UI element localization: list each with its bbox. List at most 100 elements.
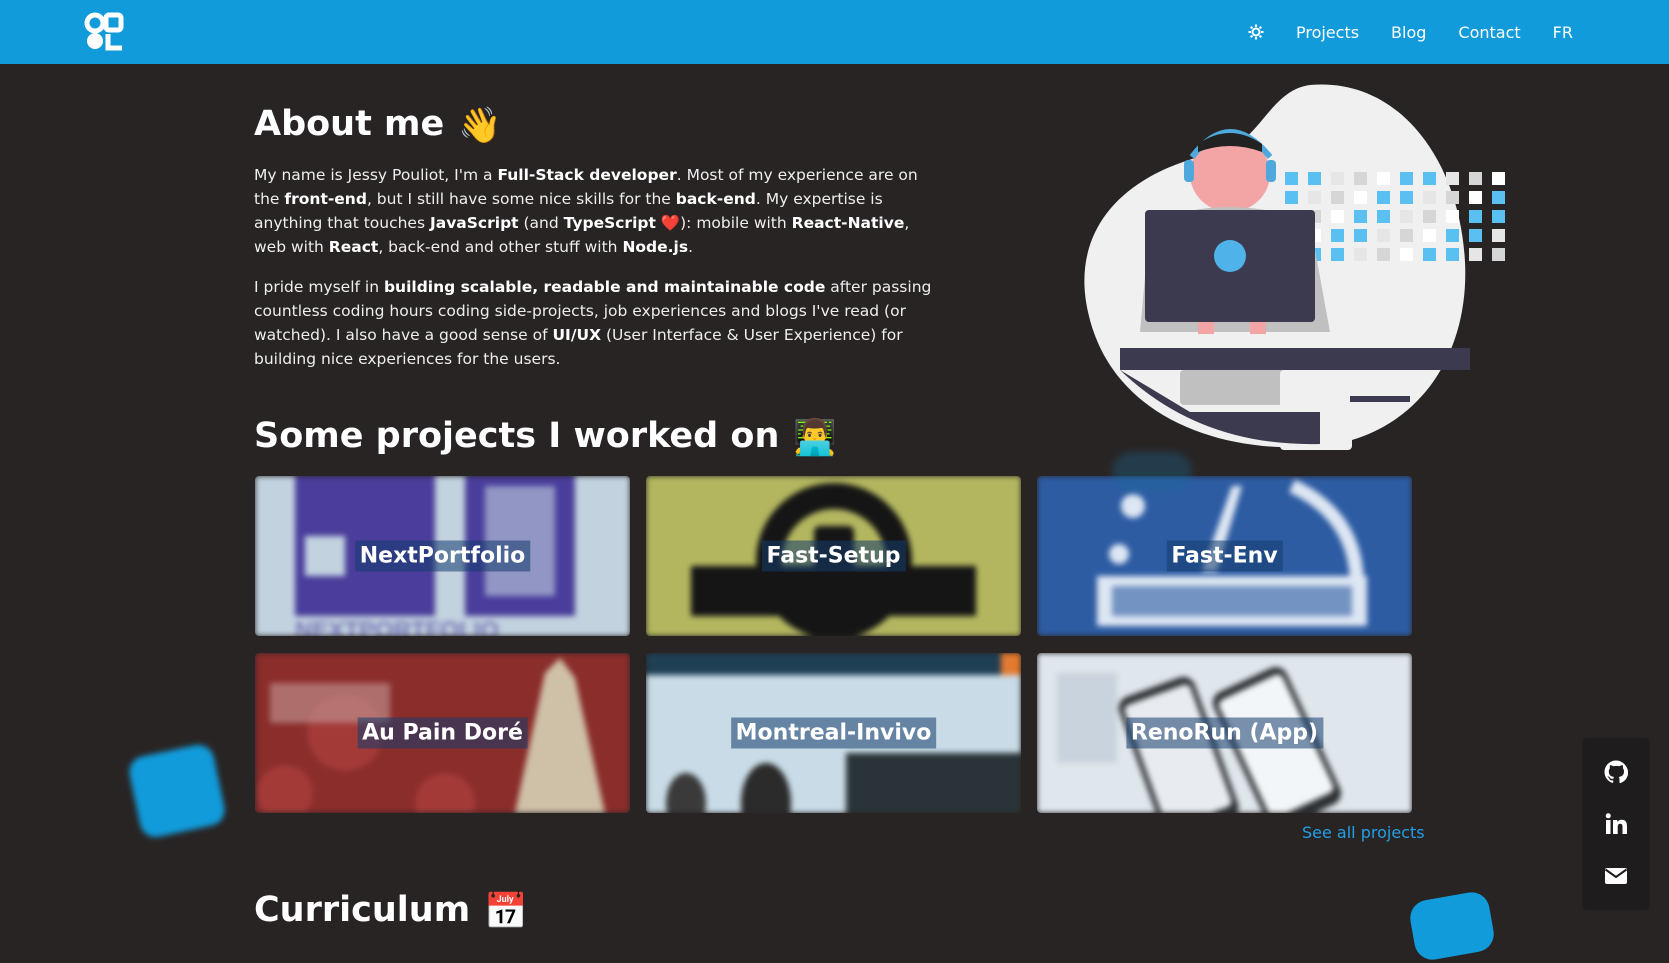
curriculum-heading: Curriculum 📅 bbox=[254, 890, 528, 932]
curriculum-heading-text: Curriculum bbox=[254, 890, 471, 930]
about-emphasis: React bbox=[328, 238, 379, 256]
pixel-square bbox=[1469, 210, 1482, 223]
pixel-square bbox=[1354, 229, 1367, 242]
waving-hand-emoji: 👋 bbox=[458, 105, 502, 146]
project-title: Montreal-Invivo bbox=[730, 717, 937, 749]
projects-heading-text: Some projects I worked on bbox=[254, 416, 780, 456]
decorative-blob bbox=[1112, 452, 1192, 492]
pixel-square bbox=[1377, 191, 1390, 204]
pixel-square bbox=[1354, 248, 1367, 261]
about-heading: About me 👋 bbox=[254, 104, 502, 146]
linkedin-icon[interactable] bbox=[1604, 812, 1628, 836]
about-emphasis: UI/UX bbox=[552, 326, 602, 344]
about-text: My name is Jessy Pouliot, I'm a bbox=[254, 166, 498, 184]
pixel-square bbox=[1400, 210, 1413, 223]
about-description: My name is Jessy Pouliot, I'm a Full-Sta… bbox=[254, 163, 944, 387]
about-emphasis: building scalable, readable and maintain… bbox=[383, 278, 826, 296]
see-all-projects-link[interactable]: See all projects bbox=[1302, 823, 1425, 842]
language-switch-link[interactable]: FR bbox=[1553, 23, 1573, 42]
svg-text:NEXTPORTFOLIO: NEXTPORTFOLIO bbox=[295, 617, 499, 636]
about-emphasis: Full-Stack developer bbox=[497, 166, 677, 184]
pixel-square bbox=[1423, 172, 1436, 185]
project-title: Au Pain Doré bbox=[357, 717, 528, 749]
about-text: I pride myself in bbox=[254, 278, 384, 296]
pixel-square bbox=[1446, 172, 1459, 185]
pixel-square bbox=[1400, 229, 1413, 242]
about-paragraph-2: I pride myself in building scalable, rea… bbox=[254, 275, 944, 371]
pixel-square bbox=[1423, 248, 1436, 261]
calendar-emoji: 📅 bbox=[484, 891, 528, 932]
about-text: ❤️): mobile with bbox=[655, 214, 792, 232]
pixel-square bbox=[1285, 191, 1298, 204]
pixel-square bbox=[1492, 191, 1505, 204]
pixel-square bbox=[1331, 229, 1344, 242]
pixel-square bbox=[1469, 172, 1482, 185]
about-emphasis: React-Native bbox=[791, 214, 905, 232]
mail-icon[interactable] bbox=[1604, 864, 1628, 888]
developer-illustration bbox=[1084, 84, 1505, 450]
pixel-square bbox=[1469, 248, 1482, 261]
about-text: . bbox=[688, 238, 694, 256]
project-card-montreal-invivo[interactable]: Montreal-Invivo bbox=[646, 653, 1021, 813]
pixel-square bbox=[1423, 191, 1436, 204]
decorative-blob bbox=[1407, 889, 1497, 963]
about-emphasis: TypeScript bbox=[563, 214, 656, 232]
pixel-square bbox=[1446, 210, 1459, 223]
pixel-square bbox=[1446, 248, 1459, 261]
project-title: NextPortfolio bbox=[354, 540, 531, 572]
pixel-square bbox=[1308, 191, 1321, 204]
pixel-square bbox=[1377, 210, 1390, 223]
project-title: Fast-Setup bbox=[761, 540, 906, 572]
pixel-square bbox=[1469, 229, 1482, 242]
pixel-square bbox=[1354, 191, 1367, 204]
pixel-square bbox=[1469, 191, 1482, 204]
pixel-square bbox=[1400, 191, 1413, 204]
about-emphasis: JavaScript bbox=[429, 214, 519, 232]
about-emphasis: front-end bbox=[284, 190, 367, 208]
pixel-square bbox=[1400, 248, 1413, 261]
nav-projects-link[interactable]: Projects bbox=[1296, 23, 1359, 42]
projects-heading: Some projects I worked on 👨‍💻 bbox=[254, 416, 837, 458]
project-card-fast-setup[interactable]: Fast-Setup bbox=[646, 476, 1021, 636]
pixel-square bbox=[1492, 210, 1505, 223]
theme-toggle-button[interactable] bbox=[1248, 24, 1264, 40]
about-emphasis: Node.js bbox=[622, 238, 689, 256]
nav-contact-link[interactable]: Contact bbox=[1458, 23, 1520, 42]
project-card-renorun-app[interactable]: RenoRun (App) bbox=[1037, 653, 1412, 813]
pixel-square bbox=[1446, 229, 1459, 242]
jp-logo-icon[interactable] bbox=[84, 12, 124, 52]
pixel-square bbox=[1377, 172, 1390, 185]
pixel-square bbox=[1400, 172, 1413, 185]
pixel-square bbox=[1308, 172, 1321, 185]
project-card-fast-env[interactable]: Fast-Env bbox=[1037, 476, 1412, 636]
technologist-emoji: 👨‍💻 bbox=[793, 417, 837, 458]
pixel-square bbox=[1354, 172, 1367, 185]
top-navbar: Projects Blog Contact FR bbox=[0, 0, 1669, 64]
project-title: RenoRun (App) bbox=[1125, 717, 1324, 749]
pixel-square bbox=[1492, 172, 1505, 185]
about-emphasis: back-end bbox=[675, 190, 756, 208]
about-text: , but I still have some nice skills for … bbox=[366, 190, 676, 208]
project-title: Fast-Env bbox=[1166, 540, 1283, 572]
nav-blog-link[interactable]: Blog bbox=[1391, 23, 1426, 42]
pixel-square bbox=[1354, 210, 1367, 223]
pixel-square bbox=[1423, 210, 1436, 223]
about-text: , back-end and other stuff with bbox=[378, 238, 623, 256]
pixel-square bbox=[1492, 229, 1505, 242]
pixel-square bbox=[1423, 229, 1436, 242]
pixel-square bbox=[1377, 229, 1390, 242]
github-icon[interactable] bbox=[1604, 760, 1628, 784]
pixel-square bbox=[1377, 248, 1390, 261]
pixel-square bbox=[1331, 248, 1344, 261]
about-paragraph-1: My name is Jessy Pouliot, I'm a Full-Sta… bbox=[254, 163, 944, 259]
decorative-blob bbox=[126, 741, 228, 841]
social-links-sidebar bbox=[1582, 738, 1650, 910]
project-card-au-pain-dore[interactable]: Au Pain Doré bbox=[255, 653, 630, 813]
pixel-square bbox=[1285, 172, 1298, 185]
main-nav: Projects Blog Contact FR bbox=[1248, 0, 1573, 64]
sun-gear-icon bbox=[1248, 24, 1264, 40]
project-card-nextportfolio[interactable]: NEXTPORTFOLIO NextPortfolio bbox=[255, 476, 630, 636]
about-heading-text: About me bbox=[254, 104, 445, 144]
pixel-square bbox=[1331, 210, 1344, 223]
pixel-square bbox=[1492, 248, 1505, 261]
